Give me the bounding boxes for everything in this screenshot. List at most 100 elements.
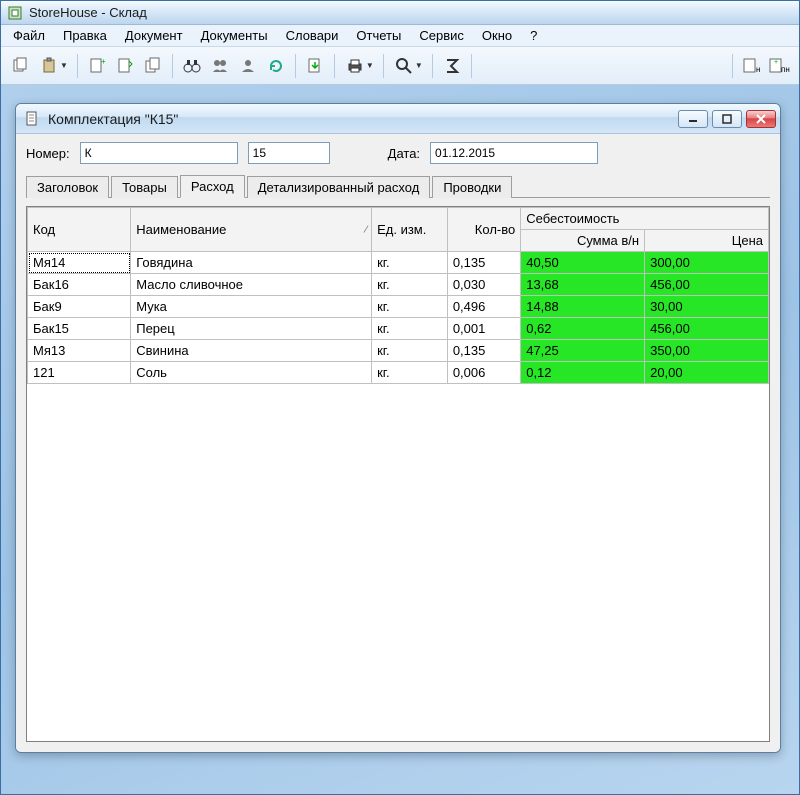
- cell-sum[interactable]: 14,88: [521, 296, 645, 318]
- app-window: StoreHouse - Склад Файл Правка Документ …: [0, 0, 800, 795]
- toolbar-separator: [172, 54, 173, 78]
- cell-sum[interactable]: 40,50: [521, 252, 645, 274]
- col-header-sum[interactable]: Сумма в/н: [521, 230, 645, 252]
- menu-window[interactable]: Окно: [474, 26, 520, 45]
- menu-dictionaries[interactable]: Словари: [278, 26, 347, 45]
- date-input[interactable]: [430, 142, 598, 164]
- cell-name[interactable]: Перец: [131, 318, 372, 340]
- document-icon: [24, 111, 40, 127]
- new-doc-arrow-icon[interactable]: [112, 53, 138, 79]
- tab-4[interactable]: Проводки: [432, 176, 512, 198]
- cell-code[interactable]: Мя14: [28, 252, 131, 274]
- table-row[interactable]: Мя13Свининакг.0,13547,25350,00: [28, 340, 769, 362]
- copy-icon[interactable]: [7, 53, 33, 79]
- table-row[interactable]: Мя14Говядинакг.0,13540,50300,00: [28, 252, 769, 274]
- col-header-price[interactable]: Цена: [645, 230, 769, 252]
- date-label: Дата:: [388, 146, 420, 161]
- cell-price[interactable]: 30,00: [645, 296, 769, 318]
- col-header-unit[interactable]: Ед. изм.: [372, 208, 448, 252]
- app-icon: [7, 5, 23, 21]
- doc-pn-icon[interactable]: +пн: [767, 53, 793, 79]
- cell-unit[interactable]: кг.: [372, 296, 448, 318]
- new-doc-plus-icon[interactable]: +: [84, 53, 110, 79]
- cell-code[interactable]: Бак16: [28, 274, 131, 296]
- sum-icon[interactable]: [439, 53, 465, 79]
- col-header-code[interactable]: Код: [28, 208, 131, 252]
- cell-code[interactable]: 121: [28, 362, 131, 384]
- cell-unit[interactable]: кг.: [372, 362, 448, 384]
- table-row[interactable]: Бак15Перецкг.0,0010,62456,00: [28, 318, 769, 340]
- table-row[interactable]: Бак16Масло сливочноекг.0,03013,68456,00: [28, 274, 769, 296]
- cell-sum[interactable]: 47,25: [521, 340, 645, 362]
- copy-doc-icon[interactable]: [140, 53, 166, 79]
- binoculars-icon[interactable]: [179, 53, 205, 79]
- cell-unit[interactable]: кг.: [372, 274, 448, 296]
- number-value-input[interactable]: [248, 142, 330, 164]
- maximize-button[interactable]: [712, 110, 742, 128]
- child-window: Комплектация "К15" Номер:: [15, 103, 781, 753]
- table-row[interactable]: Бак9Мукакг.0,49614,8830,00: [28, 296, 769, 318]
- minimize-button[interactable]: [678, 110, 708, 128]
- toolbar-separator: [383, 54, 384, 78]
- cell-code[interactable]: Мя13: [28, 340, 131, 362]
- cell-name[interactable]: Говядина: [131, 252, 372, 274]
- cell-unit[interactable]: кг.: [372, 252, 448, 274]
- app-titlebar: StoreHouse - Склад: [1, 1, 799, 25]
- cell-sum[interactable]: 0,12: [521, 362, 645, 384]
- cell-sum[interactable]: 13,68: [521, 274, 645, 296]
- cell-price[interactable]: 456,00: [645, 274, 769, 296]
- cell-price[interactable]: 350,00: [645, 340, 769, 362]
- cell-price[interactable]: 456,00: [645, 318, 769, 340]
- toolbar-separator: [471, 54, 472, 78]
- doc-n-icon[interactable]: н: [739, 53, 765, 79]
- print-icon[interactable]: ▼: [341, 53, 377, 79]
- cell-qty[interactable]: 0,496: [447, 296, 520, 318]
- number-prefix-input[interactable]: [80, 142, 238, 164]
- svg-text:н: н: [756, 65, 760, 74]
- user-group-icon[interactable]: [235, 53, 261, 79]
- zoom-icon[interactable]: ▼: [390, 53, 426, 79]
- cell-sum[interactable]: 0,62: [521, 318, 645, 340]
- sort-asc-icon: ∕: [365, 224, 367, 235]
- menu-help[interactable]: ?: [522, 26, 545, 45]
- users-icon[interactable]: [207, 53, 233, 79]
- toolbar-separator: [732, 54, 733, 78]
- paste-icon[interactable]: ▼: [35, 53, 71, 79]
- tab-1[interactable]: Товары: [111, 176, 178, 198]
- child-body: Номер: Дата: ЗаголовокТоварыРасходДетали…: [16, 134, 780, 752]
- cell-qty[interactable]: 0,135: [447, 252, 520, 274]
- col-header-qty[interactable]: Кол-во: [447, 208, 520, 252]
- cell-qty[interactable]: 0,135: [447, 340, 520, 362]
- menu-edit[interactable]: Правка: [55, 26, 115, 45]
- cell-qty[interactable]: 0,001: [447, 318, 520, 340]
- cell-price[interactable]: 20,00: [645, 362, 769, 384]
- cell-name[interactable]: Соль: [131, 362, 372, 384]
- grid-container: Код Наименование ∕ Ед. изм. Кол-во Себес…: [26, 206, 770, 742]
- table-row[interactable]: 121Солькг.0,0060,1220,00: [28, 362, 769, 384]
- toolbar-separator: [295, 54, 296, 78]
- menu-reports[interactable]: Отчеты: [348, 26, 409, 45]
- cell-unit[interactable]: кг.: [372, 340, 448, 362]
- cell-qty[interactable]: 0,006: [447, 362, 520, 384]
- cell-qty[interactable]: 0,030: [447, 274, 520, 296]
- cell-name[interactable]: Свинина: [131, 340, 372, 362]
- menu-file[interactable]: Файл: [5, 26, 53, 45]
- export-doc-icon[interactable]: [302, 53, 328, 79]
- cell-price[interactable]: 300,00: [645, 252, 769, 274]
- col-header-cost-group[interactable]: Себестоимость: [521, 208, 769, 230]
- menu-document[interactable]: Документ: [117, 26, 191, 45]
- tab-2[interactable]: Расход: [180, 175, 245, 198]
- cell-unit[interactable]: кг.: [372, 318, 448, 340]
- cell-code[interactable]: Бак9: [28, 296, 131, 318]
- data-grid[interactable]: Код Наименование ∕ Ед. изм. Кол-во Себес…: [27, 207, 769, 384]
- menu-documents[interactable]: Документы: [193, 26, 276, 45]
- col-header-name[interactable]: Наименование ∕: [131, 208, 372, 252]
- refresh-icon[interactable]: [263, 53, 289, 79]
- tab-0[interactable]: Заголовок: [26, 176, 109, 198]
- cell-name[interactable]: Масло сливочное: [131, 274, 372, 296]
- close-button[interactable]: [746, 110, 776, 128]
- cell-code[interactable]: Бак15: [28, 318, 131, 340]
- tab-3[interactable]: Детализированный расход: [247, 176, 431, 198]
- cell-name[interactable]: Мука: [131, 296, 372, 318]
- menu-service[interactable]: Сервис: [411, 26, 472, 45]
